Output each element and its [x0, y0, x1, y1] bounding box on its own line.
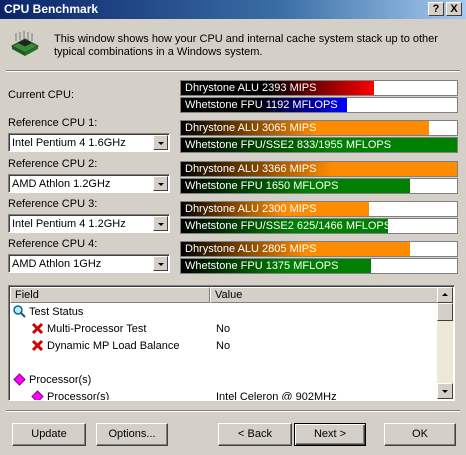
reference-cpu-3-select[interactable]: Intel Pentium 4 1.2GHz — [8, 214, 170, 233]
reference-2-alu-text: Dhrystone ALU 3366 MIPS — [185, 163, 317, 175]
reference-3-alu-text: Dhrystone ALU 2300 MIPS — [185, 203, 317, 215]
list-item-field: Processor(s) — [29, 374, 92, 386]
reference-cpu-3-value: Intel Pentium 4 1.2GHz — [12, 218, 126, 230]
help-button[interactable]: ? — [428, 2, 444, 16]
reference-cpu-1-select[interactable]: Intel Pentium 4 1.6GHz — [8, 133, 170, 152]
reference-cpu-3-label: Reference CPU 3: — [8, 198, 98, 210]
reference-cpu-1-value: Intel Pentium 4 1.6GHz — [12, 137, 126, 149]
reference-4-alu-text: Dhrystone ALU 2805 MIPS — [185, 243, 317, 255]
list-item-value: Intel Celeron @ 902MHz — [216, 391, 337, 401]
scroll-thumb[interactable] — [437, 303, 453, 321]
list-item[interactable]: Processor(s) Intel Celeron @ 902MHz — [13, 389, 433, 401]
red-x-icon — [31, 322, 44, 335]
reference-4-alu-bar: Dhrystone ALU 2805 MIPS — [180, 241, 458, 257]
close-button[interactable]: X — [446, 2, 462, 16]
back-button[interactable]: < Back — [218, 423, 292, 446]
magenta-diamond-icon — [13, 373, 26, 386]
reference-cpu-4-label: Reference CPU 4: — [8, 238, 98, 250]
list-item[interactable]: Multi-Processor Test No — [13, 321, 433, 337]
current-cpu-label: Current CPU: — [8, 89, 75, 101]
column-header-field[interactable]: Field — [10, 287, 210, 303]
reference-cpu-2-value: AMD Athlon 1.2GHz — [12, 178, 111, 190]
title-bar: CPU Benchmark ? X — [0, 0, 466, 19]
chevron-down-icon[interactable] — [153, 176, 168, 191]
reference-2-fpu-bar: Whetstone FPU 1650 MFLOPS — [180, 178, 458, 194]
list-item[interactable]: Processor(s) — [13, 372, 433, 388]
reference-4-fpu-bar: Whetstone FPU 1375 MFLOPS — [180, 258, 458, 274]
reference-cpu-4-value: AMD Athlon 1GHz — [12, 258, 102, 270]
reference-1-alu-text: Dhrystone ALU 3065 MIPS — [185, 122, 317, 134]
chip-icon — [10, 31, 40, 56]
red-x-icon — [31, 339, 44, 352]
vertical-scrollbar[interactable] — [437, 287, 453, 399]
list-item[interactable]: Dynamic MP Load Balance No — [13, 338, 433, 354]
reference-1-fpu-bar: Whetstone FPU/SSE2 833/1955 MFLOPS — [180, 137, 458, 153]
scroll-up-button[interactable] — [437, 287, 453, 303]
reference-3-fpu-bar: Whetstone FPU/SSE2 625/1466 MFLOPS — [180, 218, 458, 234]
reference-2-fpu-text: Whetstone FPU 1650 MFLOPS — [185, 180, 339, 192]
ok-button[interactable]: OK — [384, 423, 456, 446]
separator — [6, 70, 460, 72]
magnifier-icon — [13, 305, 26, 318]
current-alu-text: Dhrystone ALU 2393 MIPS — [185, 82, 317, 94]
list-item-value: No — [216, 323, 231, 335]
options-button[interactable]: Options... — [96, 423, 168, 446]
reference-cpu-4-select[interactable]: AMD Athlon 1GHz — [8, 254, 170, 273]
reference-3-alu-bar: Dhrystone ALU 2300 MIPS — [180, 201, 458, 217]
chevron-down-icon[interactable] — [153, 256, 168, 271]
current-alu-bar: Dhrystone ALU 2393 MIPS — [180, 80, 458, 96]
list-item[interactable]: Test Status — [13, 304, 433, 320]
window-title: CPU Benchmark — [4, 2, 99, 16]
scroll-down-button[interactable] — [437, 383, 453, 399]
reference-cpu-2-label: Reference CPU 2: — [8, 158, 98, 170]
separator — [6, 410, 460, 412]
reference-3-fpu-text: Whetstone FPU/SSE2 625/1466 MFLOPS — [185, 220, 392, 232]
current-fpu-text: Whetstone FPU 1192 MFLOPS — [185, 99, 338, 111]
list-item-field: Test Status — [29, 306, 84, 318]
column-header-value[interactable]: Value — [210, 287, 438, 303]
magenta-diamond-icon — [31, 390, 44, 400]
reference-4-fpu-text: Whetstone FPU 1375 MFLOPS — [185, 260, 339, 272]
list-item-value: No — [216, 340, 231, 352]
list-item-field: Processor(s) — [47, 391, 110, 401]
reference-cpu-2-select[interactable]: AMD Athlon 1.2GHz — [8, 174, 170, 193]
reference-2-alu-bar: Dhrystone ALU 3366 MIPS — [180, 161, 458, 177]
intro-text: This window shows how your CPU and inter… — [54, 33, 438, 58]
results-list[interactable]: Field Value Test Status Multi-Processor … — [8, 285, 455, 401]
chevron-down-icon[interactable] — [153, 216, 168, 231]
list-item-field: Multi-Processor Test — [47, 323, 147, 335]
reference-1-alu-bar: Dhrystone ALU 3065 MIPS — [180, 120, 458, 136]
next-button[interactable]: Next > — [294, 423, 366, 446]
list-item-field: Dynamic MP Load Balance — [47, 340, 180, 352]
update-button[interactable]: Update — [12, 423, 86, 446]
chevron-down-icon[interactable] — [153, 135, 168, 150]
current-fpu-bar: Whetstone FPU 1192 MFLOPS — [180, 97, 458, 113]
reference-1-fpu-text: Whetstone FPU/SSE2 833/1955 MFLOPS — [185, 139, 392, 151]
reference-cpu-1-label: Reference CPU 1: — [8, 117, 98, 129]
